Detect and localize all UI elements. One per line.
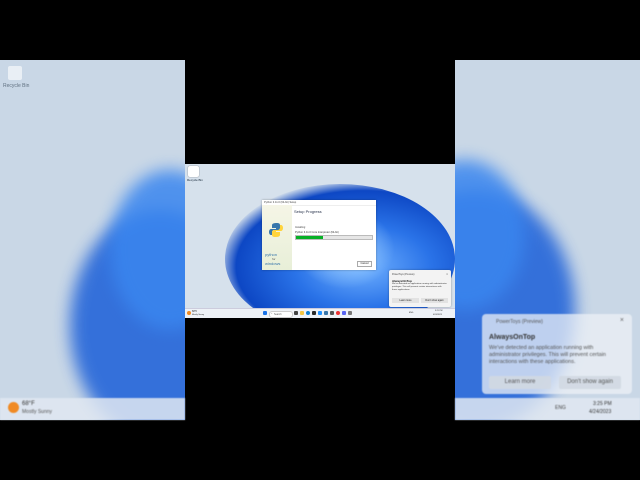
edge-icon[interactable] (306, 311, 310, 315)
learn-more-button[interactable]: Learn more (392, 298, 419, 303)
toast-body: We've detected an application running wi… (392, 283, 447, 291)
task-view-icon[interactable] (294, 311, 298, 315)
setup-heading: Setup Progress (294, 209, 322, 214)
cancel-button[interactable]: Cancel (357, 261, 372, 267)
taskbar: 68°F Mostly Sunny ⌕ Search ENG 3:25 PM 4… (185, 308, 455, 318)
recycle-bin-icon-blurred (8, 66, 22, 80)
logo-text-windows: windows (265, 261, 281, 266)
app-icon[interactable] (342, 311, 346, 315)
file-explorer-icon[interactable] (300, 311, 304, 315)
terminal-icon[interactable] (348, 311, 352, 315)
blurred-toast-app-name: PowerToys (Preview) (496, 319, 543, 325)
clock-date[interactable]: 4/24/2023 (433, 314, 442, 316)
weather-temp-blurred: 68°F (22, 401, 35, 407)
blurred-dont-show-button: Don't show again (559, 376, 621, 389)
setup-progress-bar (295, 235, 373, 240)
blurred-toast: PowerToys (Preview) × AlwaysOnTop We've … (482, 314, 632, 394)
weather-desc-blurred: Mostly Sunny (22, 409, 53, 415)
blurred-toast-close-icon: × (619, 317, 624, 324)
recycle-bin-icon[interactable] (188, 166, 199, 177)
weather-icon-blurred (8, 402, 19, 413)
mail-icon[interactable] (318, 311, 322, 315)
setup-package-text: Python 3.11.0 Core Interpreter (64-bit) (295, 231, 339, 234)
blurred-background-left: Recycle Bin (0, 60, 185, 420)
desktop-screen: Recycle Bin Python 3.11.0 (64-bit) Setup… (185, 164, 455, 318)
search-icon: ⌕ (271, 311, 273, 315)
setup-progress-fill (296, 236, 323, 239)
blurred-language: ENG (555, 405, 566, 411)
blurred-time: 3:25 PM (593, 401, 612, 407)
recycle-bin-label-blurred: Recycle Bin (3, 83, 30, 89)
blurred-taskbar-right: ENG 3:25 PM 4/24/2023 (455, 398, 640, 420)
weather-icon[interactable] (187, 311, 191, 315)
dont-show-again-button[interactable]: Don't show again (421, 298, 448, 303)
python-art-panel: python for windows (262, 205, 292, 270)
search-box[interactable]: ⌕ Search (269, 310, 293, 318)
python-logo-icon (269, 223, 283, 237)
blurred-taskbar-left: 68°F Mostly Sunny (0, 398, 185, 420)
powertoys-toast: PowerToys (Preview) × AlwaysOnTop We've … (389, 270, 451, 307)
setup-window: Python 3.11.0 (64-bit) Setup python for … (262, 200, 376, 270)
blurred-toast-body: We've detected an application running wi… (489, 345, 606, 365)
blurred-toast-title: AlwaysOnTop (489, 334, 536, 341)
clock-time[interactable]: 3:25 PM (435, 310, 442, 312)
search-placeholder: Search (274, 312, 282, 316)
toast-close-icon[interactable]: × (446, 272, 448, 276)
setup-status-text: Installing: (295, 226, 306, 229)
python-installer-taskbar-icon[interactable] (324, 311, 328, 315)
toast-app-name: PowerToys (Preview) (392, 273, 415, 276)
recycle-bin-label: Recycle Bin (187, 178, 203, 182)
store-icon[interactable] (312, 311, 316, 315)
weather-desc[interactable]: Mostly Sunny (192, 314, 204, 316)
settings-icon[interactable] (330, 311, 334, 315)
blurred-learn-more-button: Learn more (489, 376, 551, 389)
chrome-icon[interactable] (336, 311, 340, 315)
blurred-date: 4/24/2023 (589, 409, 612, 415)
start-icon[interactable] (263, 311, 267, 315)
language-indicator[interactable]: ENG (409, 312, 413, 314)
